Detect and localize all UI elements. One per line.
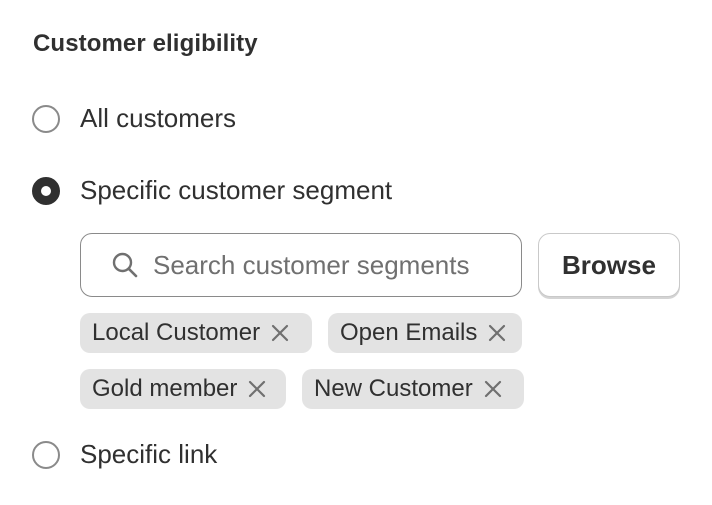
section-title: Customer eligibility [33, 30, 258, 57]
segment-tag-label: Open Emails [340, 319, 478, 346]
segment-tag: Gold member [80, 369, 286, 409]
segment-tag-label: Gold member [92, 375, 238, 402]
radio-option-all-customers[interactable]: All customers [32, 103, 236, 134]
segment-search-field[interactable] [80, 233, 522, 297]
segment-tag: New Customer [302, 369, 524, 409]
remove-tag-icon[interactable] [245, 377, 269, 401]
radio-option-specific-segment[interactable]: Specific customer segment [32, 175, 392, 206]
radio-label-specific-segment: Specific customer segment [80, 175, 393, 205]
radio-label-specific-link: Specific link [80, 439, 218, 469]
segment-tag: Open Emails [328, 313, 522, 353]
remove-tag-icon[interactable] [268, 321, 292, 345]
segment-tag: Local Customer [80, 313, 312, 353]
customer-eligibility-card: Customer eligibility All customers Speci… [0, 0, 712, 505]
remove-tag-icon[interactable] [485, 321, 509, 345]
remove-tag-icon[interactable] [481, 377, 505, 401]
segment-search-input[interactable] [153, 249, 498, 281]
segment-tag-label: Local Customer [92, 319, 261, 346]
radio-option-specific-link[interactable]: Specific link [32, 439, 217, 470]
search-icon [111, 251, 139, 279]
segment-tag-label: New Customer [314, 375, 473, 402]
browse-button[interactable]: Browse [538, 233, 680, 297]
radio-button-specific-link[interactable] [32, 440, 60, 469]
radio-label-all-customers: All customers [80, 103, 237, 133]
radio-button-specific-segment[interactable] [32, 176, 60, 205]
radio-button-all-customers[interactable] [32, 104, 60, 133]
